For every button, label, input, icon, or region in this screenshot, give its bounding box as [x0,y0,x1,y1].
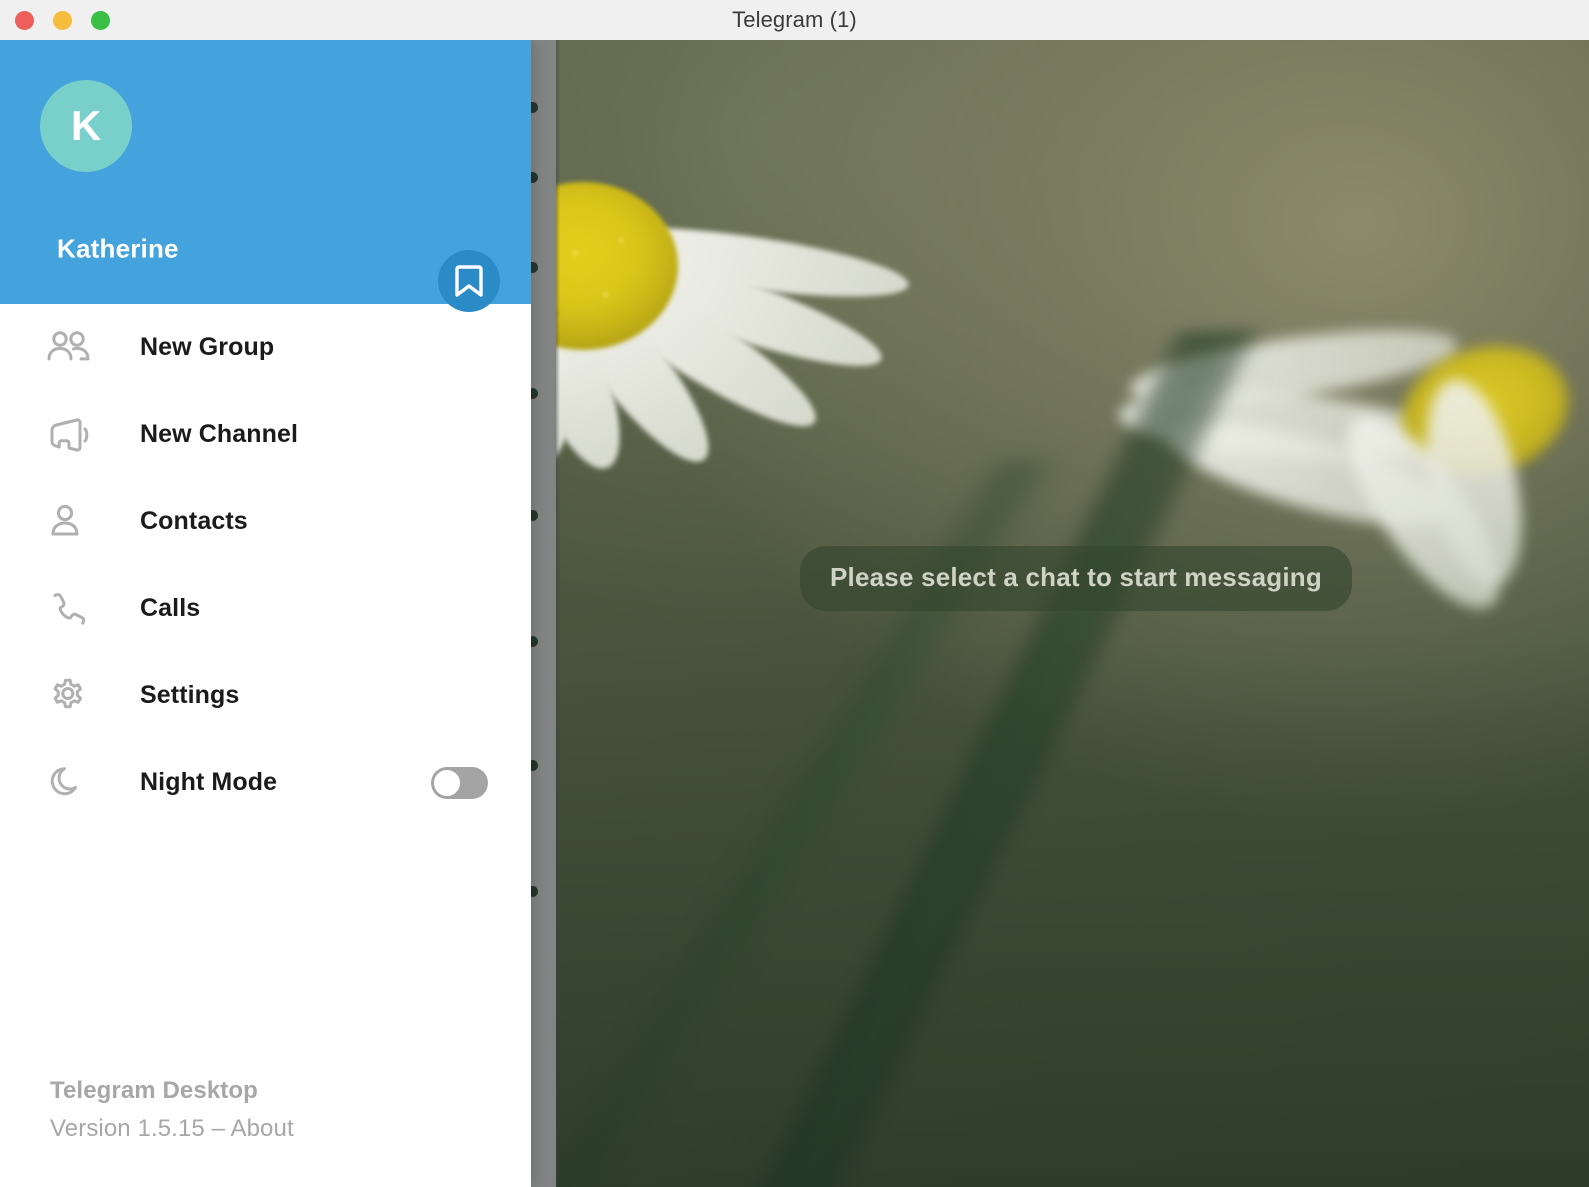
app-version-label[interactable]: Version 1.5.15 – About [50,1115,294,1143]
menu-item-new-channel[interactable]: New Channel [0,391,531,478]
night-mode-toggle[interactable] [431,766,488,799]
menu-item-label: Contacts [140,507,248,535]
contacts-icon [46,498,102,546]
gear-icon [46,672,102,720]
phone-icon [46,585,102,633]
moon-icon [46,759,102,807]
drawer-header: K Katherine [0,40,531,312]
account-username: Katherine [57,233,179,264]
window-title: Telegram (1) [732,7,857,32]
bookmark-icon [455,265,483,297]
menu-item-contacts[interactable]: Contacts [0,478,531,565]
menu-item-label: Settings [140,681,240,709]
megaphone-icon [46,411,102,459]
drawer-footer: Telegram Desktop Version 1.5.15 – About [50,1077,294,1143]
new-group-icon [46,324,102,372]
menu-item-label: New Channel [140,420,299,448]
menu-item-night-mode[interactable]: Night Mode [0,739,531,826]
menu-item-calls[interactable]: Calls [0,565,531,652]
menu-item-label: Calls [140,594,201,622]
avatar[interactable]: K [40,80,132,172]
chat-pane: Please select a chat to start messaging [540,40,1589,1187]
background-vignette [540,40,1589,1187]
menu-item-settings[interactable]: Settings [0,652,531,739]
drawer-menu: New Group New Channel Contacts Calls Set… [0,304,531,826]
empty-chat-message: Please select a chat to start messaging [800,546,1352,611]
telegram-window: Please select a chat to start messaging … [0,0,1589,1187]
main-menu-drawer: K Katherine New Group New Channel Contac… [0,40,531,1187]
toggle-knob [432,767,462,798]
menu-item-new-group[interactable]: New Group [0,304,531,391]
menu-item-label: New Group [140,333,275,361]
window-titlebar: Telegram (1) [0,0,1589,40]
menu-item-label: Night Mode [140,768,278,796]
chat-list-dim-overlay[interactable] [527,40,556,1187]
saved-messages-button[interactable] [438,250,500,312]
drawer-shadow-edge [556,40,560,1187]
app-name-label: Telegram Desktop [50,1077,258,1104]
